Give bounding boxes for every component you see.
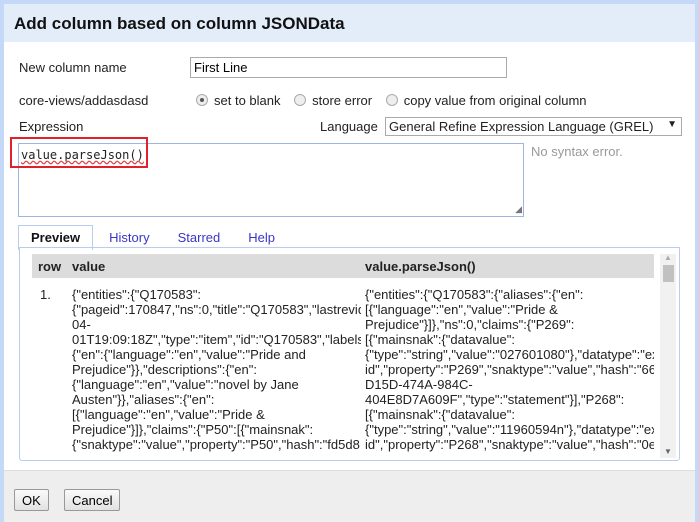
cell-line: 01T19:09:18Z","type":"item","id":"Q17058…	[72, 332, 361, 347]
radio-selected-icon	[196, 94, 208, 106]
row-number: 1.	[40, 287, 51, 302]
cell-line: {"type":"string","value":"11960594n"},"d…	[365, 422, 654, 437]
tab-starred[interactable]: Starred	[166, 226, 233, 249]
radio-store-error[interactable]: store error	[294, 93, 372, 108]
scrollbar[interactable]: ▲ ▼	[660, 253, 676, 458]
result-cell: {"entities":{"Q170583":{"aliases":{"en":…	[365, 287, 654, 452]
cell-line: Prejudice"}},"descriptions":{"en":	[72, 362, 257, 377]
radio-label: copy value from original column	[403, 93, 587, 108]
cell-line: Austen"}},"aliases":{"en":	[72, 392, 215, 407]
dropdown-arrow-icon: ▼	[667, 119, 677, 130]
radio-set-to-blank[interactable]: set to blank	[196, 93, 281, 108]
cell-line: id","property":"P269","snaktype":"value"…	[365, 362, 654, 377]
preview-table: row value value.parseJson() 1. {"entitie…	[32, 254, 654, 458]
tab-help[interactable]: Help	[236, 226, 287, 249]
radio-copy-value[interactable]: copy value from original column	[385, 93, 587, 108]
cell-line: [{"mainsnak":{"datavalue":	[365, 407, 515, 422]
on-error-options: set to blank store error copy value from…	[196, 93, 597, 108]
cell-line: id","property":"P268","snaktype":"value"…	[365, 437, 654, 452]
new-column-label: New column name	[19, 60, 127, 75]
language-select[interactable]: General Refine Expression Language (GREL…	[385, 117, 682, 136]
cell-line: {"pageid":170847,"ns":0,"title":"Q170583…	[72, 302, 361, 317]
dialog-footer: OK Cancel	[4, 470, 695, 522]
cell-line: {"en":{"language":"en","value":"Pride an…	[72, 347, 306, 362]
cell-line: [{"language":"en","value":"Pride &	[365, 302, 558, 317]
scroll-up-icon[interactable]: ▲	[664, 253, 672, 262]
cell-line: {"type":"string","value":"027601080"},"d…	[365, 347, 654, 362]
cell-line: D15D-474A-984C-	[365, 377, 473, 392]
on-error-label: core-views/addasdasd	[19, 93, 149, 108]
radio-icon	[385, 94, 398, 106]
cell-line: 04-	[72, 317, 91, 332]
syntax-status: No syntax error.	[531, 144, 623, 159]
expression-label: Expression	[19, 119, 84, 134]
new-column-name-input[interactable]	[190, 57, 507, 78]
cell-line: [{"mainsnak":{"datavalue":	[365, 332, 515, 347]
radio-label: store error	[312, 93, 373, 108]
add-column-dialog: Add column based on column JSONData New …	[4, 4, 695, 522]
dialog-title: Add column based on column JSONData	[4, 4, 695, 42]
value-cell: {"entities":{"Q170583": {"pageid":170847,…	[72, 287, 361, 452]
cell-line: Prejudice"}]},"ns":0,"claims":{"P269":	[365, 317, 575, 332]
cell-line: {"entities":{"Q170583":	[72, 287, 202, 302]
cancel-button[interactable]: Cancel	[64, 489, 121, 511]
language-label: Language	[320, 119, 378, 134]
scroll-down-icon[interactable]: ▼	[664, 447, 672, 456]
radio-label: set to blank	[214, 93, 281, 108]
cell-line: Prejudice"}]},"claims":{"P50":[{"mainsna…	[72, 422, 314, 437]
header-row: row	[38, 259, 62, 274]
ok-button[interactable]: OK	[14, 489, 49, 511]
table-header: row value value.parseJson()	[32, 254, 654, 278]
highlight-box	[10, 137, 148, 168]
cell-line: 404E8D7A609F","type":"statement"}],"P268…	[365, 392, 625, 407]
language-value: General Refine Expression Language (GREL…	[389, 119, 654, 134]
header-result: value.parseJson()	[365, 259, 476, 274]
scrollbar-thumb[interactable]	[663, 265, 674, 282]
radio-icon	[294, 94, 307, 106]
cell-line: [{"language":"en","value":"Pride &	[72, 407, 265, 422]
tab-history[interactable]: History	[97, 226, 161, 249]
resize-handle-icon[interactable]: ◢	[515, 204, 522, 215]
cell-line: {"snaktype":"value","property":"P50","ha…	[72, 437, 360, 452]
header-value: value	[72, 259, 106, 274]
preview-panel: row value value.parseJson() 1. {"entitie…	[19, 247, 680, 461]
cell-line: {"entities":{"Q170583":{"aliases":{"en":	[365, 287, 584, 302]
cell-line: {"language":"en","value":"novel by Jane	[72, 377, 299, 392]
